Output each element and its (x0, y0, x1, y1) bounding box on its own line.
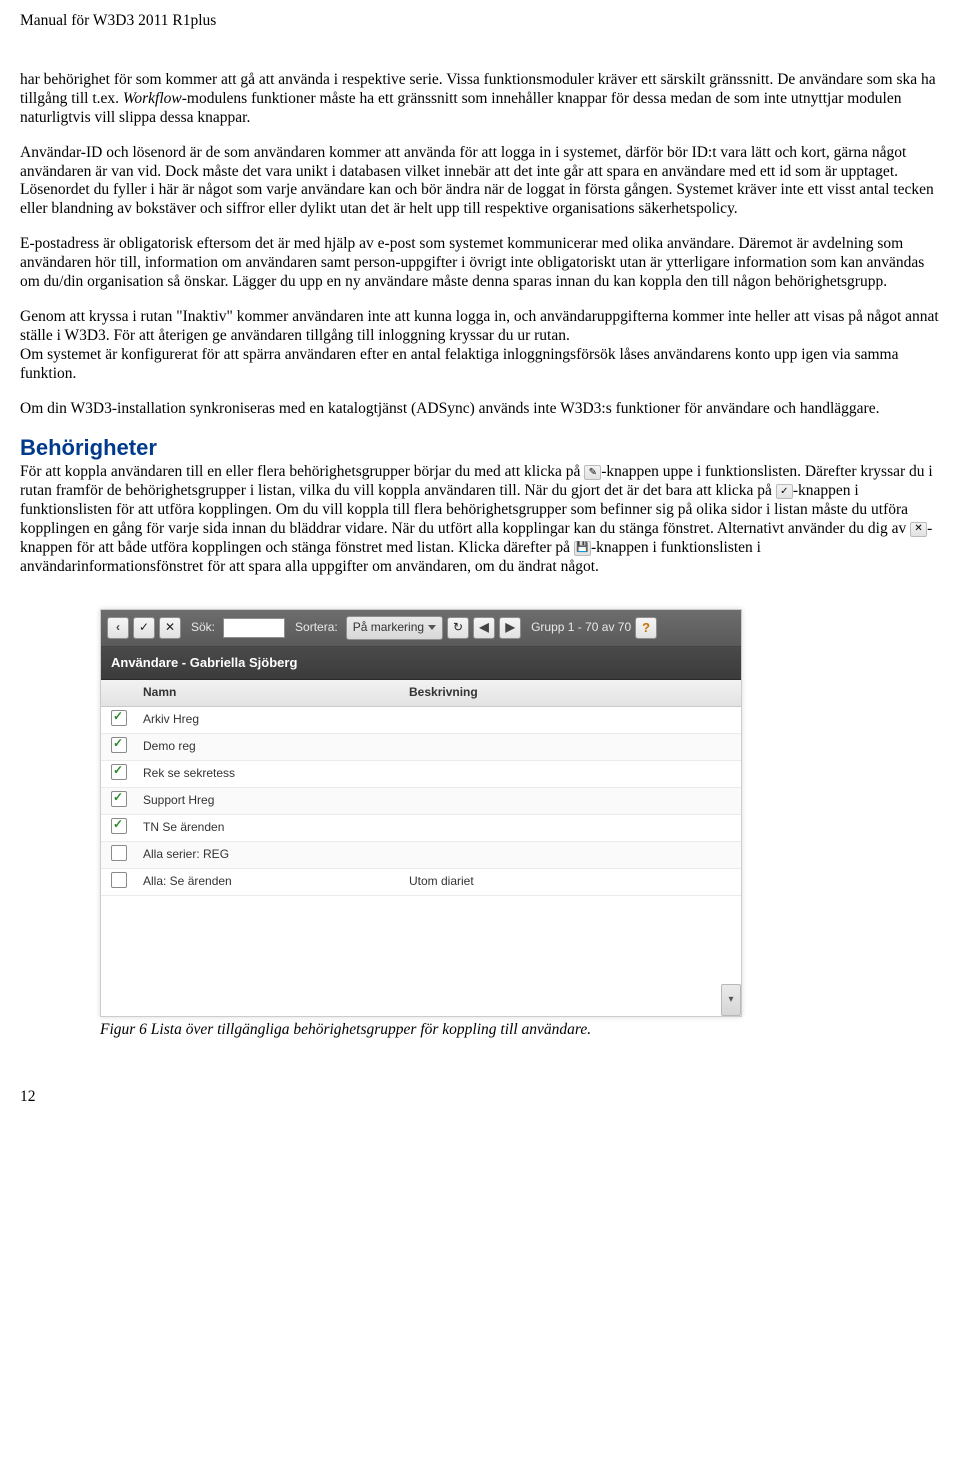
row-checkbox[interactable] (111, 845, 127, 861)
scroll-down-icon[interactable]: ▾ (721, 984, 741, 1016)
sort-label: Sortera: (295, 620, 338, 635)
page-next-button[interactable]: ▶ (499, 617, 521, 639)
table-row[interactable]: Alla serier: REG (101, 842, 741, 869)
row-checkbox[interactable] (111, 710, 127, 726)
table-row[interactable]: Demo reg (101, 734, 741, 761)
row-checkbox[interactable] (111, 872, 127, 888)
sort-apply-button[interactable]: ↻ (447, 617, 469, 639)
page-number: 12 (20, 1088, 940, 1107)
search-input[interactable] (223, 618, 285, 638)
apply-link-icon: ✓ (776, 484, 793, 499)
permissions-grid: Namn Beskrivning Arkiv Hreg Demo reg Rek s… (101, 680, 741, 1016)
paragraph-5: Om din W3D3-installation synkroniseras m… (20, 400, 940, 419)
figure-caption: Figur 6 Lista över tillgängliga behörigh… (100, 1021, 940, 1040)
sort-select[interactable]: På markering (346, 616, 443, 640)
toolbar: ‹ ✓ ✕ Sök: Sortera: På markering ↻ ◀ ▶ G… (101, 610, 741, 647)
paragraph-2: Användar-ID och lösenord är de som använ… (20, 144, 940, 220)
search-label: Sök: (191, 620, 215, 635)
row-checkbox[interactable] (111, 764, 127, 780)
table-row[interactable]: Support Hreg (101, 788, 741, 815)
paragraph-3: E-postadress är obligatorisk eftersom de… (20, 235, 940, 292)
permissions-screenshot: ‹ ✓ ✕ Sök: Sortera: På markering ↻ ◀ ▶ G… (100, 609, 742, 1017)
page-header: Manual för W3D3 2011 R1plus (20, 12, 940, 31)
row-checkbox[interactable] (111, 791, 127, 807)
link-group-icon: ✎ (584, 465, 601, 480)
row-desc: Utom diariet (403, 874, 741, 889)
row-name: TN Se ärenden (137, 820, 403, 835)
back-button[interactable]: ‹ (107, 617, 129, 639)
page-prev-button[interactable]: ◀ (473, 617, 495, 639)
save-icon: 💾 (574, 541, 591, 556)
apply-button[interactable]: ✓ (133, 617, 155, 639)
table-row[interactable]: Rek se sekretess (101, 761, 741, 788)
table-row[interactable]: TN Se ärenden (101, 815, 741, 842)
paragraph-1: har behörighet för som kommer att gå att… (20, 71, 940, 128)
apply-close-button[interactable]: ✕ (159, 617, 181, 639)
row-name: Alla: Se ärenden (137, 874, 403, 889)
table-row[interactable]: Alla: Se ärendenUtom diariet (101, 869, 741, 896)
dialog-title: Användare - Gabriella Sjöberg (101, 647, 741, 680)
paragraph-4: Genom att kryssa i rutan "Inaktiv" komme… (20, 308, 940, 384)
table-row[interactable]: Arkiv Hreg (101, 707, 741, 734)
row-name: Support Hreg (137, 793, 403, 808)
row-checkbox[interactable] (111, 818, 127, 834)
text: För att koppla användaren till en eller … (20, 463, 584, 480)
col-name[interactable]: Namn (137, 685, 403, 700)
paragraph-6: För att koppla användaren till en eller … (20, 463, 940, 576)
help-button[interactable]: ? (635, 617, 657, 639)
row-checkbox[interactable] (111, 737, 127, 753)
row-name: Demo reg (137, 739, 403, 754)
apply-close-icon: ✕ (910, 522, 927, 537)
row-name: Rek se sekretess (137, 766, 403, 781)
heading-behorigheter: Behörigheter (20, 435, 940, 462)
pager-info: Grupp 1 - 70 av 70 (531, 620, 631, 635)
grid-header: Namn Beskrivning (101, 680, 741, 707)
row-name: Alla serier: REG (137, 847, 403, 862)
text-italic: Workflow (123, 90, 182, 107)
col-desc[interactable]: Beskrivning (403, 685, 741, 700)
row-name: Arkiv Hreg (137, 712, 403, 727)
